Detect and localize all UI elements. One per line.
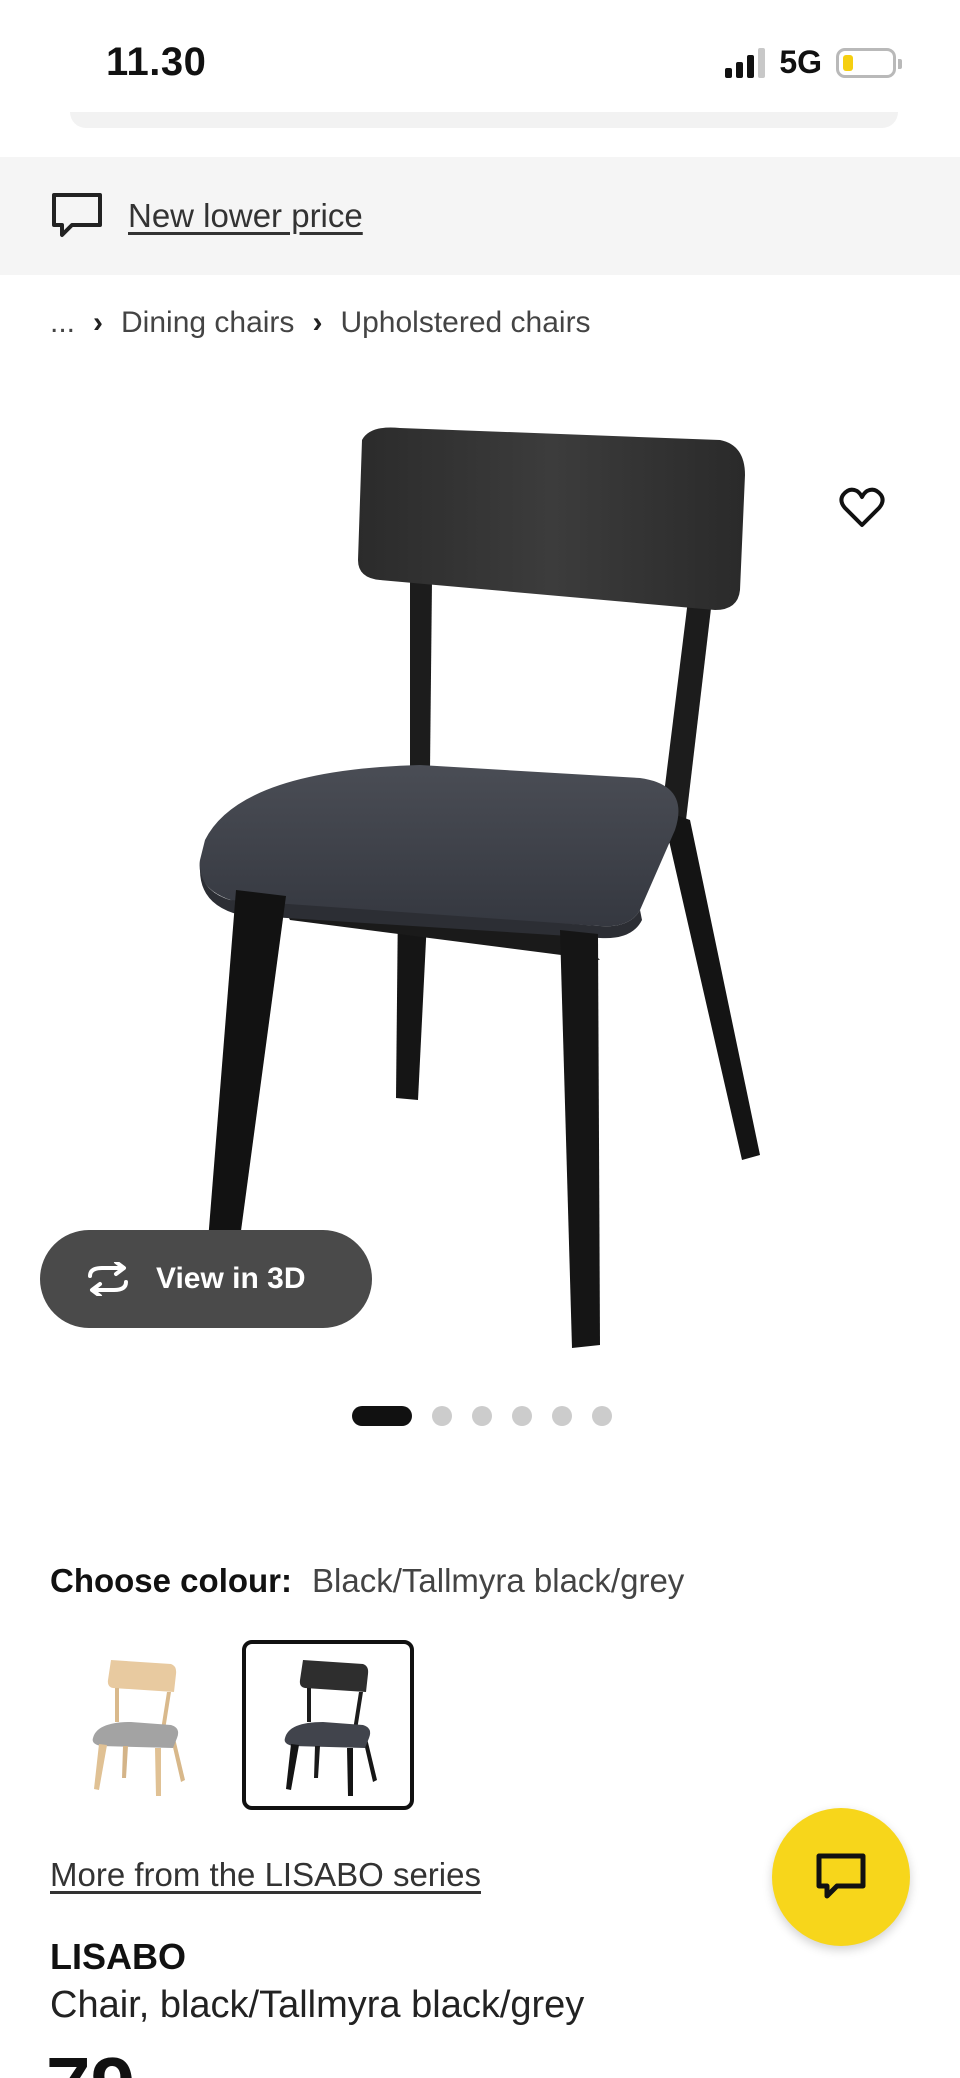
- view-in-3d-button[interactable]: View in 3D: [40, 1230, 372, 1328]
- carousel-dot[interactable]: [432, 1406, 452, 1426]
- chair-thumbnail: [284, 1660, 377, 1796]
- new-lower-price-link[interactable]: New lower price: [128, 197, 363, 235]
- breadcrumb-upholstered-chairs[interactable]: Upholstered chairs: [340, 306, 590, 340]
- chair-thumbnail: [92, 1660, 185, 1796]
- product-description: Chair, black/Tallmyra black/grey: [50, 1984, 585, 2026]
- carousel-dot[interactable]: [512, 1406, 532, 1426]
- status-time: 11.30: [106, 40, 207, 84]
- carousel-dot[interactable]: [472, 1406, 492, 1426]
- colour-chooser: Choose colour: Black/Tallmyra black/grey: [50, 1562, 684, 1600]
- signal-icon: [725, 47, 766, 78]
- breadcrumb-dining-chairs[interactable]: Dining chairs: [121, 306, 294, 340]
- chat-button[interactable]: [772, 1808, 910, 1946]
- view-in-3d-label: View in 3D: [156, 1262, 306, 1295]
- battery-low-icon: [836, 47, 902, 78]
- carousel-dot[interactable]: [352, 1406, 412, 1426]
- search-bar-edge: [70, 112, 898, 128]
- chevron-right-icon: ›: [93, 306, 104, 339]
- carousel-dot[interactable]: [592, 1406, 612, 1426]
- chevron-right-icon: ›: [312, 306, 323, 339]
- colour-option-black-grey[interactable]: [242, 1640, 414, 1810]
- breadcrumb-ellipsis[interactable]: ...: [50, 306, 75, 340]
- chat-icon: [816, 1853, 866, 1899]
- product-name: LISABO: [50, 1936, 187, 1977]
- breadcrumb: ... › Dining chairs › Upholstered chairs: [50, 306, 591, 340]
- colour-option-birch-grey[interactable]: [50, 1640, 222, 1810]
- rotate-3d-icon: [88, 1262, 128, 1296]
- heart-icon: [839, 487, 885, 527]
- network-label: 5G: [779, 44, 822, 80]
- colour-label: Choose colour:: [50, 1562, 293, 1599]
- series-link[interactable]: More from the LISABO series: [50, 1856, 481, 1894]
- favourite-button[interactable]: [824, 470, 900, 546]
- speech-bubble-icon: [52, 193, 102, 237]
- status-indicators: 5G: [725, 44, 902, 81]
- product-image[interactable]: [0, 400, 960, 1360]
- status-bar: 11.30 5G: [0, 0, 960, 120]
- promo-banner[interactable]: New lower price: [0, 157, 960, 275]
- product-price: 79: [46, 2046, 135, 2078]
- carousel-dot[interactable]: [552, 1406, 572, 1426]
- carousel-indicator: [352, 1406, 612, 1426]
- colour-selected-value: Black/Tallmyra black/grey: [312, 1562, 685, 1599]
